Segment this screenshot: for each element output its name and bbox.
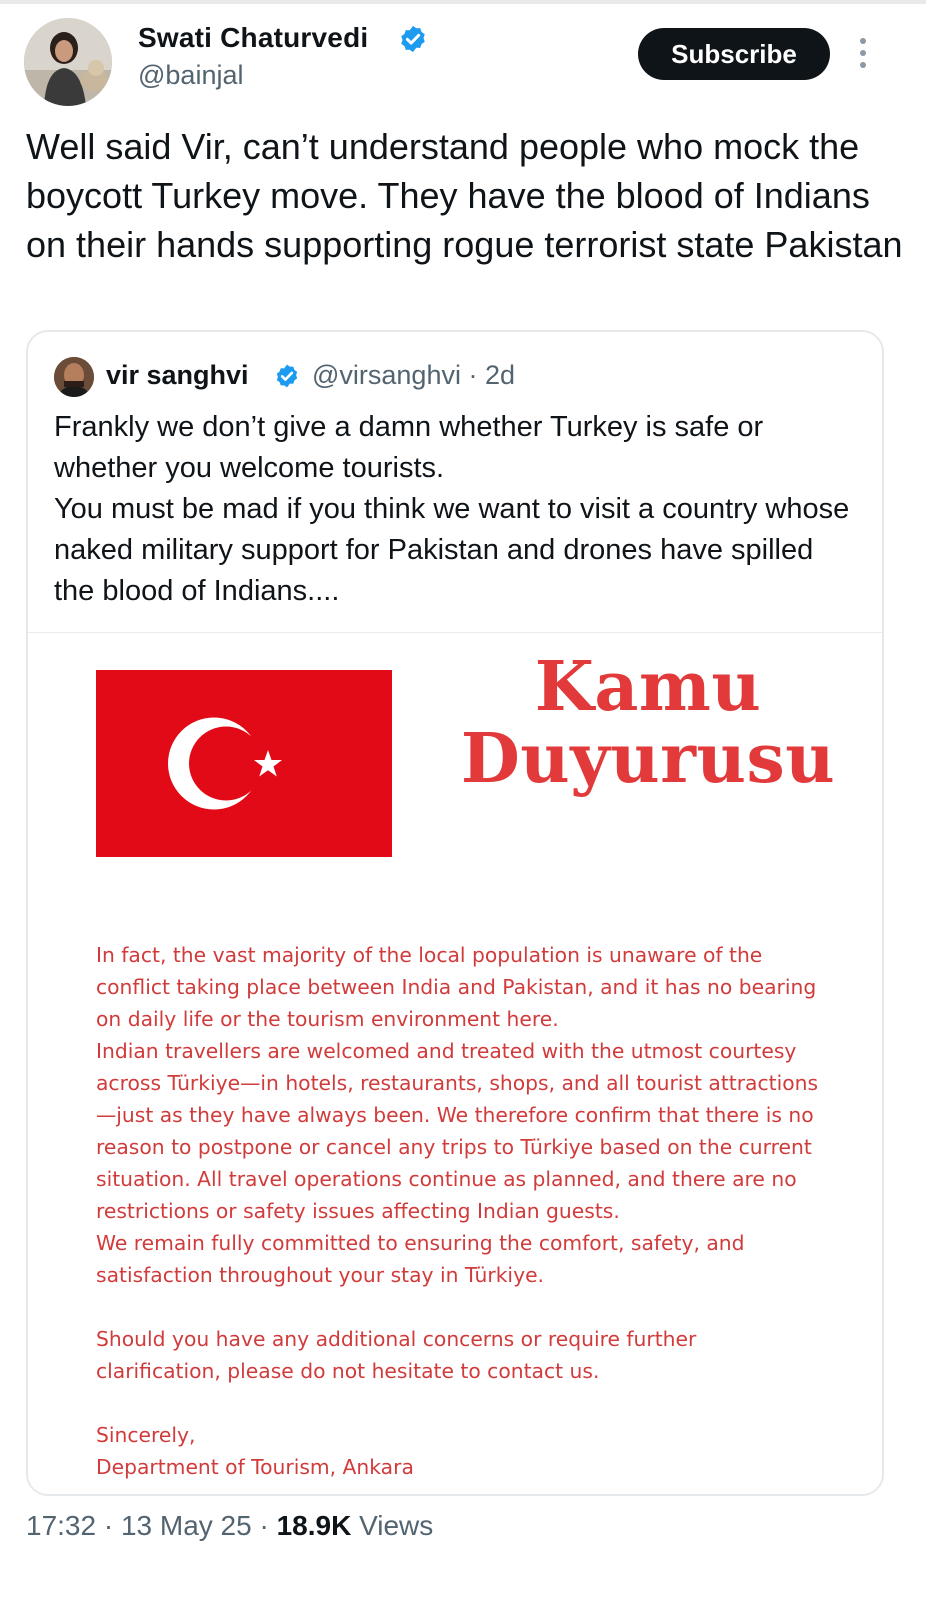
author-name[interactable]: Swati Chaturvedi — [138, 22, 368, 54]
views-label: Views — [351, 1510, 434, 1541]
notice-line: Should you have any additional concerns … — [96, 1327, 697, 1351]
notice-signature: Department of Tourism, Ankara — [96, 1455, 414, 1479]
author-handle[interactable]: @bainjal — [138, 60, 243, 91]
subscribe-button[interactable]: Subscribe — [638, 28, 830, 80]
verified-badge-icon — [401, 25, 425, 53]
notice-spacer — [96, 1387, 856, 1419]
notice-line: on daily life or the tourism environment… — [96, 1007, 559, 1031]
notice-line: situation. All travel operations continu… — [96, 1167, 797, 1191]
author-avatar[interactable] — [24, 18, 112, 106]
top-divider — [0, 0, 926, 4]
avatar-photo — [24, 18, 112, 106]
quoted-media-image[interactable]: Kamu Duyurusu In fact, the vast majority… — [28, 632, 882, 1494]
notice-line: clarification, please do not hesitate to… — [96, 1359, 600, 1383]
notice-sign-off: Sincerely, — [96, 1423, 196, 1447]
quoted-text-line-1: Frankly we don’t give a damn whether Tur… — [54, 411, 764, 484]
quoted-verified-badge-icon — [276, 364, 298, 388]
more-vertical-icon[interactable] — [856, 36, 870, 70]
notice-line: satisfaction throughout your stay in Tür… — [96, 1263, 544, 1287]
notice-line: across Türkiye—in hotels, restaurants, s… — [96, 1071, 819, 1095]
quoted-time: · 2d — [468, 360, 516, 390]
views-count: 18.9K — [276, 1510, 352, 1541]
notice-title: Kamu Duyurusu — [448, 651, 848, 795]
notice-body: In fact, the vast majority of the local … — [96, 939, 856, 1483]
notice-line: conflict taking place between India and … — [96, 975, 817, 999]
notice-line: restrictions or safety issues affecting … — [96, 1199, 620, 1223]
tweet-footer: 17:32 · 13 May 25 · 18.9K Views — [26, 1510, 433, 1542]
quoted-text-line-2: You must be mad if you think we want to … — [54, 493, 850, 607]
quoted-tweet-card[interactable]: vir sanghvi @virsanghvi · 2d Frankly we … — [26, 330, 884, 1496]
tweet-text: Well said Vir, can’t understand people w… — [26, 126, 903, 265]
notice-line: We remain fully committed to ensuring th… — [96, 1231, 745, 1255]
notice-title-line-2: Duyurusu — [460, 719, 836, 799]
quoted-tweet-text: Frankly we don’t give a damn whether Tur… — [54, 407, 854, 612]
quoted-author-name: vir sanghvi — [106, 360, 249, 390]
notice-title-line-1: Kamu — [534, 647, 762, 727]
notice-spacer — [96, 1291, 856, 1323]
notice-line: Indian travellers are welcomed and treat… — [96, 1039, 797, 1063]
notice-line: reason to postpone or cancel any trips t… — [96, 1135, 812, 1159]
quoted-handle: @virsanghvi — [312, 360, 461, 390]
turkey-flag-image — [96, 670, 392, 857]
notice-line: —just as they have always been. We there… — [96, 1103, 814, 1127]
notice-line: In fact, the vast majority of the local … — [96, 943, 763, 967]
quoted-handle-time: @virsanghvi · 2d — [312, 360, 515, 391]
tweet-timestamp[interactable]: 17:32 · 13 May 25 · — [26, 1510, 277, 1541]
quoted-author-avatar — [54, 357, 94, 397]
quoted-avatar-photo — [54, 357, 94, 397]
